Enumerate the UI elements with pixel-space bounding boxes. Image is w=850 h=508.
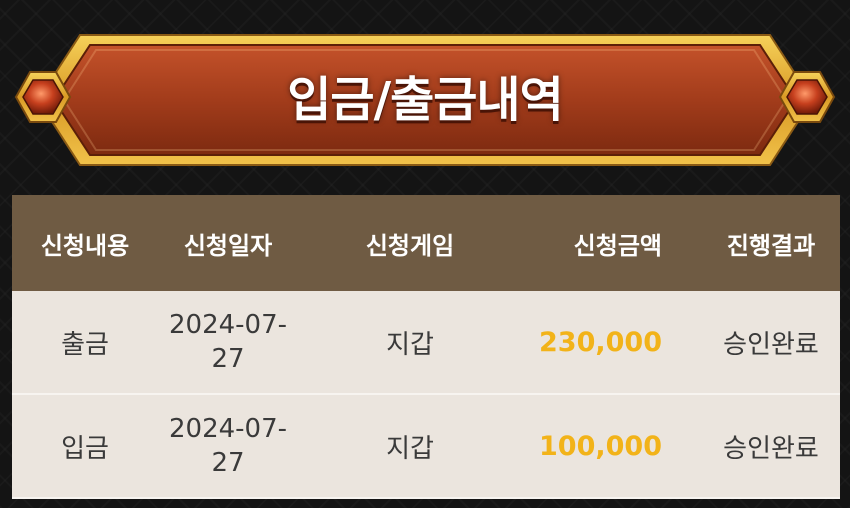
title-banner: 입금/출금내역 — [0, 30, 850, 170]
row-type: 입금 — [61, 433, 109, 464]
column-header-amount: 신청금액 — [573, 231, 662, 260]
column-header-type: 신청내용 — [40, 231, 130, 260]
row-amount-cell: 230,000 — [532, 291, 662, 393]
table-row[interactable]: 출금 2024-07-27 지갑 230,000 승인완료 — [12, 291, 840, 395]
row-amount: 230,000 — [539, 326, 662, 358]
table-header-row: 신청내용 신청일자 신청게임 신청금액 진행결과 — [12, 195, 840, 291]
row-date-cell: 2024-07-27 — [158, 291, 298, 393]
row-game: 지갑 — [386, 433, 434, 464]
row-date-cell: 2024-07-27 — [158, 395, 298, 497]
transaction-history-table: 신청내용 신청일자 신청게임 신청금액 진행결과 출금 2024-07-27 지… — [12, 195, 840, 499]
row-date: 2024-07-27 — [168, 414, 287, 478]
table-row[interactable]: 입금 2024-07-27 지갑 100,000 승인완료 — [12, 395, 840, 499]
row-amount-cell: 100,000 — [532, 395, 662, 497]
row-amount: 100,000 — [539, 430, 662, 462]
row-type: 출금 — [61, 329, 109, 360]
row-result: 승인완료 — [723, 433, 819, 464]
page-title: 입금/출금내역 — [287, 72, 564, 128]
column-header-game: 신청게임 — [365, 231, 455, 260]
row-date: 2024-07-27 — [168, 310, 287, 374]
row-result: 승인완료 — [723, 329, 819, 360]
column-header-date: 신청일자 — [183, 231, 273, 260]
row-game: 지갑 — [386, 329, 434, 360]
column-header-result: 진행결과 — [726, 231, 816, 260]
